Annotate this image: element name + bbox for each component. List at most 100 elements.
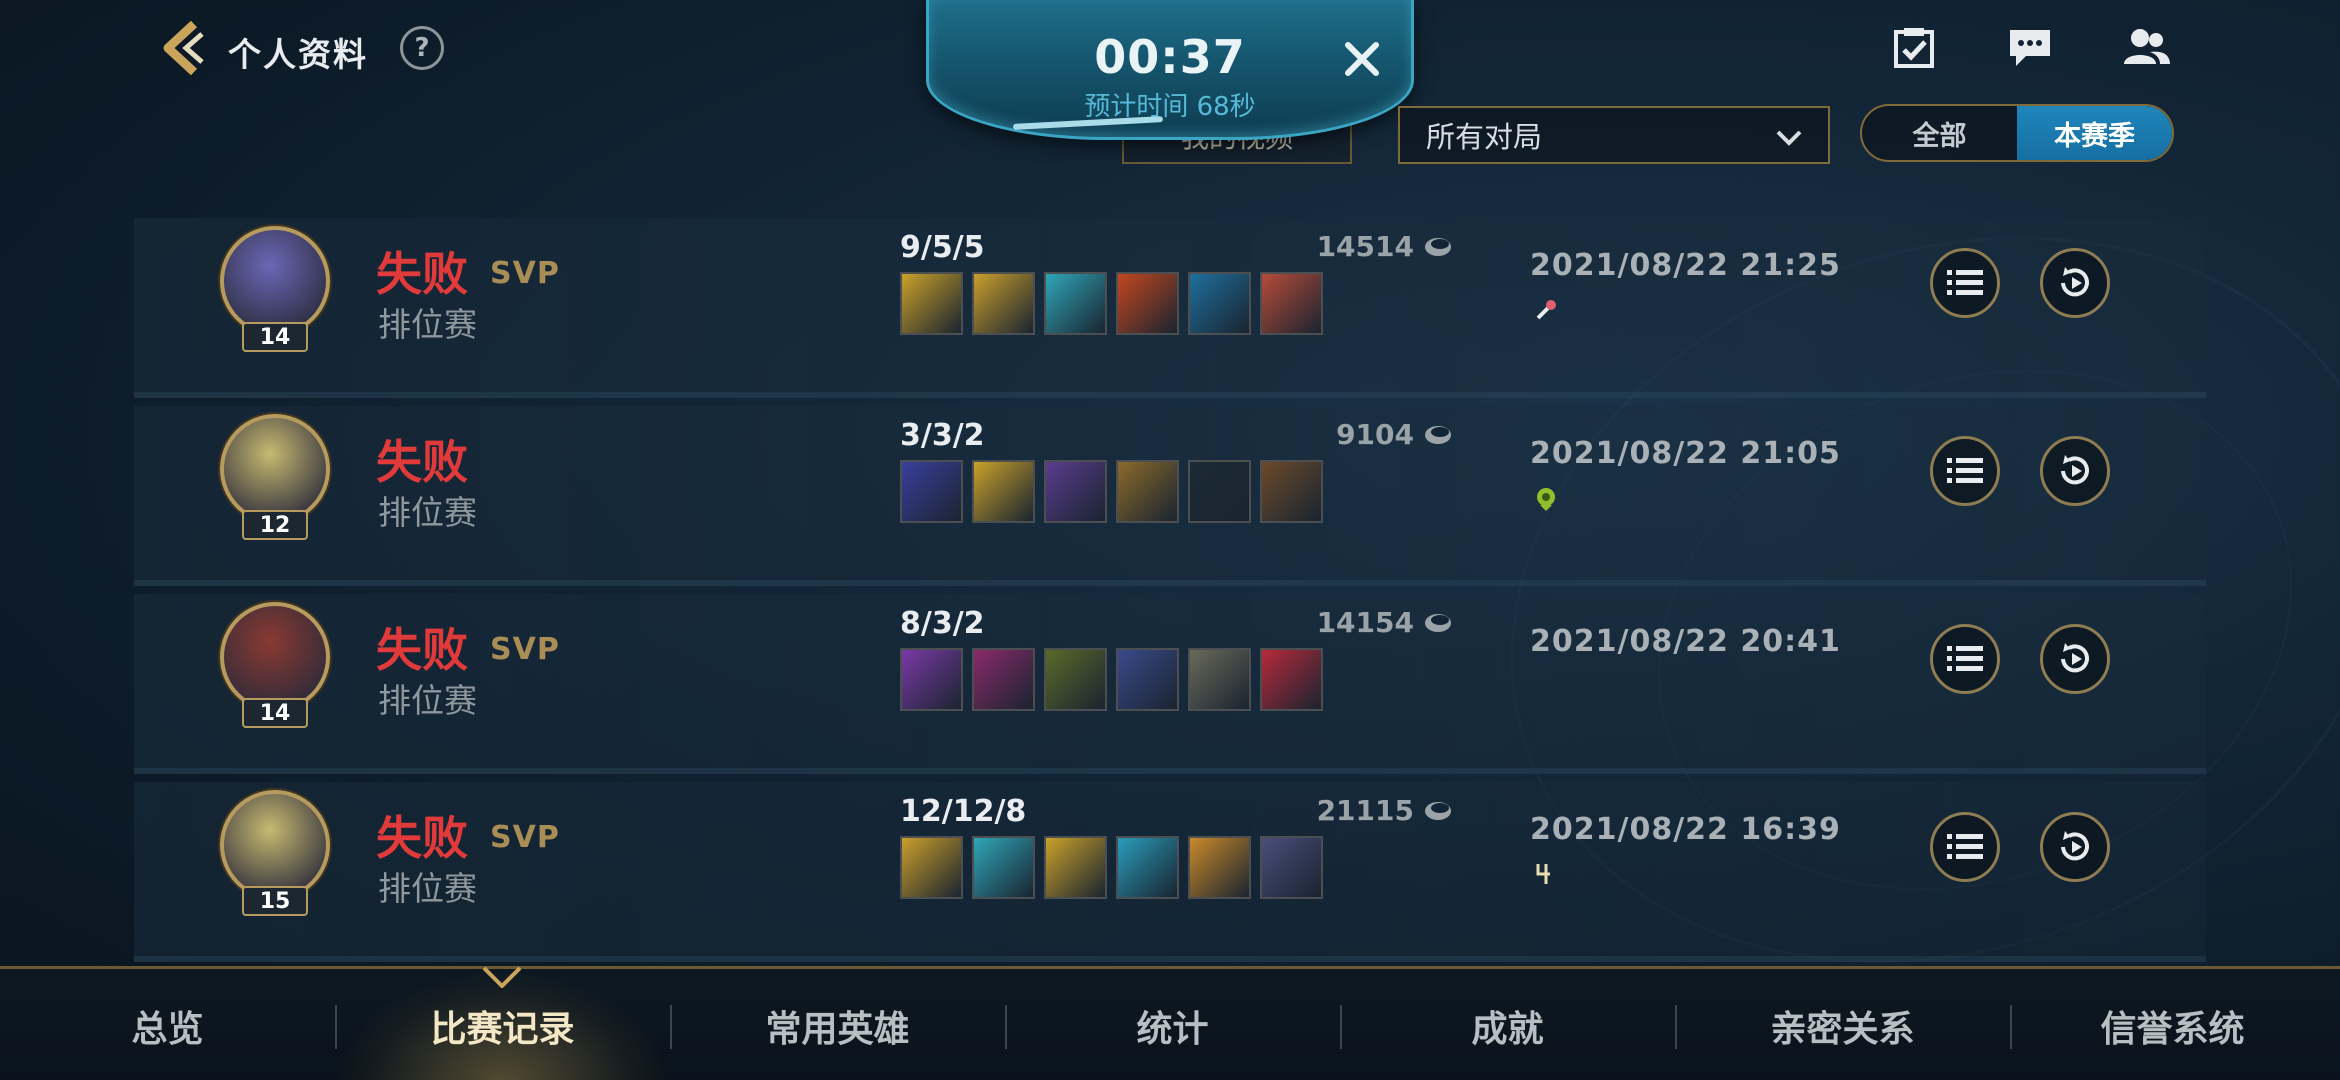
match-mode: 排位赛 <box>378 305 477 344</box>
item-slot[interactable] <box>1044 648 1107 711</box>
item-slot[interactable] <box>1116 272 1179 335</box>
item-slot[interactable] <box>1188 648 1251 711</box>
item-slot[interactable] <box>900 836 963 899</box>
scope-toggle[interactable]: 全部 本赛季 <box>1860 104 2174 162</box>
match-datetime: 2021/08/22 20:41 <box>1530 624 1841 659</box>
back-arrow-icon <box>163 20 204 76</box>
svp-badge: SVP <box>490 632 560 667</box>
cancel-queue-button[interactable] <box>1339 36 1385 82</box>
hero-avatar <box>220 414 330 524</box>
item-slot[interactable] <box>1044 272 1107 335</box>
active-tab-pointer-icon <box>482 966 522 988</box>
item-slot[interactable] <box>1116 648 1179 711</box>
item-slot[interactable] <box>1260 460 1323 523</box>
scope-season-tab[interactable]: 本赛季 <box>2017 106 2172 160</box>
replay-icon <box>2061 643 2089 673</box>
gold-value: 9104 <box>1336 418 1414 451</box>
back-button[interactable] <box>156 20 212 76</box>
item-slot[interactable] <box>1044 460 1107 523</box>
item-slot[interactable] <box>1188 460 1251 523</box>
gold-coin-icon <box>1425 238 1451 256</box>
item-slot[interactable] <box>972 648 1035 711</box>
match-datetime: 2021/08/22 21:25 <box>1530 248 1841 283</box>
timer-estimate: 预计时间 68秒 <box>1084 92 1256 122</box>
page-title: 个人资料 <box>228 35 368 74</box>
nav-statistics[interactable]: 统计 <box>1005 969 1340 1080</box>
nav-common-heroes[interactable]: 常用英雄 <box>670 969 1005 1080</box>
filter-selected: 所有对局 <box>1426 120 1543 154</box>
replay-button[interactable] <box>2040 812 2110 882</box>
item-slot[interactable] <box>900 460 963 523</box>
match-details-button[interactable] <box>1930 436 2000 506</box>
replay-icon <box>2061 455 2089 485</box>
hero-avatar <box>220 226 330 336</box>
item-slot[interactable] <box>1116 460 1179 523</box>
hero-avatar <box>220 790 330 900</box>
item-slot[interactable] <box>1260 836 1323 899</box>
kda: 9/5/5 <box>900 230 985 265</box>
item-slot[interactable] <box>1260 648 1323 711</box>
match-result: 失败 <box>376 811 468 865</box>
match-mode: 排位赛 <box>378 681 477 720</box>
item-slot[interactable] <box>1260 272 1323 335</box>
close-icon <box>1345 42 1379 76</box>
chat-button[interactable] <box>2000 20 2060 76</box>
sword-tag-icon <box>1536 300 1556 320</box>
match-row[interactable]: 15 失败 SVP 排位赛 12/12/8 21115 2021/08/22 1… <box>134 782 2206 962</box>
replay-button[interactable] <box>2040 436 2110 506</box>
match-row[interactable]: 12 失败 排位赛 3/3/2 9104 2021/08/22 21:05 <box>134 406 2206 586</box>
green-medal-icon <box>1537 488 1555 511</box>
match-details-button[interactable] <box>1930 812 2000 882</box>
hero-level: 14 <box>242 698 308 728</box>
item-slot[interactable] <box>900 272 963 335</box>
match-filter-dropdown[interactable]: 所有对局 <box>1398 106 1830 164</box>
list-icon <box>1947 646 1983 671</box>
gold-coin-icon <box>1425 802 1451 820</box>
match-tag <box>1534 862 1554 890</box>
item-build <box>900 272 1323 335</box>
item-slot[interactable] <box>1188 272 1251 335</box>
match-row[interactable]: 14 失败 SVP 排位赛 8/3/2 14154 2021/08/22 20:… <box>134 594 2206 774</box>
gold-coin-icon <box>1425 614 1451 632</box>
friends-icon <box>2124 29 2170 64</box>
match-mode: 排位赛 <box>378 869 477 908</box>
hero-level: 12 <box>242 510 308 540</box>
friends-button[interactable] <box>2116 20 2176 76</box>
match-result: 失败 <box>376 623 468 677</box>
replay-button[interactable] <box>2040 248 2110 318</box>
nav-intimacy[interactable]: 亲密关系 <box>1675 969 2010 1080</box>
match-details-button[interactable] <box>1930 624 2000 694</box>
item-slot[interactable] <box>1116 836 1179 899</box>
replay-button[interactable] <box>2040 624 2110 694</box>
gold-amount: 14514 <box>1184 230 1454 263</box>
match-details-button[interactable] <box>1930 248 2000 318</box>
item-slot[interactable] <box>1188 836 1251 899</box>
item-slot[interactable] <box>972 836 1035 899</box>
task-button[interactable] <box>1884 20 1944 76</box>
match-datetime: 2021/08/22 16:39 <box>1530 812 1841 847</box>
gold-value: 14154 <box>1316 606 1414 639</box>
matchmaking-timer-panel: 00:37 预计时间 68秒 <box>926 0 1414 140</box>
item-slot[interactable] <box>900 648 963 711</box>
item-slot[interactable] <box>972 272 1035 335</box>
chat-icon <box>2010 30 2050 66</box>
item-slot[interactable] <box>1044 836 1107 899</box>
help-button[interactable]: ? <box>400 26 444 70</box>
nav-credit-system[interactable]: 信誉系统 <box>2005 969 2340 1080</box>
list-icon <box>1947 458 1983 483</box>
match-tag <box>1534 486 1558 516</box>
nav-overview[interactable]: 总览 <box>0 969 335 1080</box>
match-row[interactable]: 14 失败 SVP 排位赛 9/5/5 14514 2021/08/22 21:… <box>134 218 2206 398</box>
nav-achievements[interactable]: 成就 <box>1340 969 1675 1080</box>
kda: 12/12/8 <box>900 794 1027 829</box>
hero-level: 15 <box>242 886 308 916</box>
rune-4-icon <box>1536 864 1550 884</box>
bottom-nav: 总览 比赛记录 常用英雄 统计 成就 亲密关系 信誉系统 <box>0 966 2340 1080</box>
replay-icon <box>2061 267 2089 297</box>
gold-amount: 9104 <box>1184 418 1454 451</box>
hero-avatar <box>220 602 330 712</box>
item-slot[interactable] <box>972 460 1035 523</box>
scope-all-tab[interactable]: 全部 <box>1862 106 2017 160</box>
task-checklist-icon <box>1894 28 1934 68</box>
match-result: 失败 <box>376 247 468 301</box>
